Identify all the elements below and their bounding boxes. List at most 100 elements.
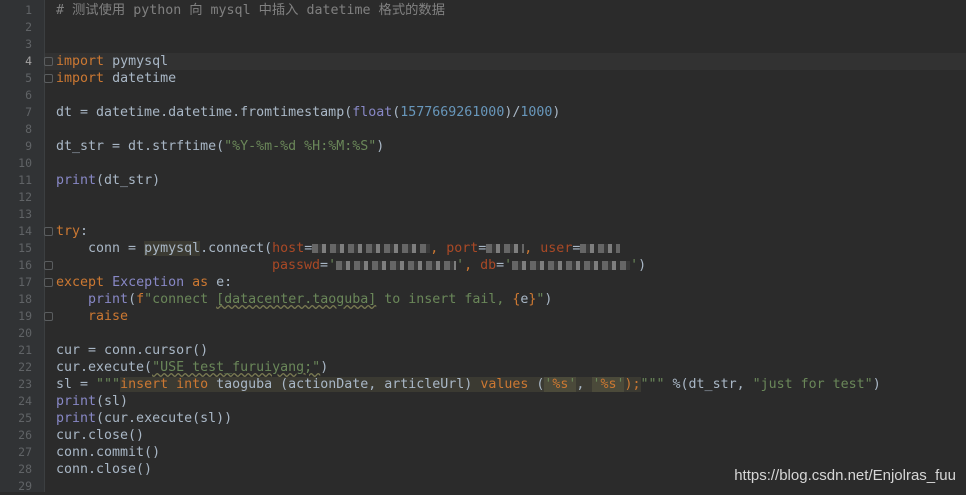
- code-token: ': [456, 258, 465, 273]
- redacted-value: [312, 243, 431, 253]
- fold-toggle-icon[interactable]: [44, 261, 53, 270]
- code-line[interactable]: print(sl): [56, 393, 128, 410]
- code-line[interactable]: # 测试使用 python 向 mysql 中插入 datetime 格式的数据: [56, 2, 445, 19]
- code-editor[interactable]: 1 2 3 4 5 6 7 8 9 10 11 12 13 14 15 16 17 18 19 20 21 22 23 24 2…: [0, 0, 966, 493]
- line-number: 14: [18, 224, 32, 238]
- code-line[interactable]: print(dt_str): [56, 172, 160, 189]
- code-line[interactable]: except Exception as e:: [56, 274, 232, 291]
- code-token: values: [480, 377, 529, 392]
- code-token: ): [320, 360, 329, 375]
- line-number: 5: [25, 71, 32, 85]
- code-token: host: [272, 241, 305, 256]
- code-token: %(dt_str,: [664, 377, 753, 392]
- code-line[interactable]: try:: [56, 223, 88, 240]
- code-token: ): [376, 139, 385, 154]
- line-number: 19: [18, 309, 32, 323]
- code-line[interactable]: import datetime: [56, 70, 176, 87]
- code-token: (: [128, 292, 137, 307]
- code-token: ): [544, 292, 553, 307]
- code-token: cur.close(): [56, 428, 145, 443]
- code-token: .connect(: [200, 241, 273, 256]
- code-token: float: [352, 105, 393, 120]
- line-number: 18: [18, 292, 32, 306]
- code-line[interactable]: conn = pymysql.connect(host=, port=, use…: [56, 240, 621, 257]
- code-token: "just for test": [752, 377, 873, 392]
- code-token: cur = conn.cursor(): [56, 343, 209, 358]
- line-number: 29: [18, 479, 32, 493]
- fold-toggle-icon[interactable]: [44, 57, 53, 66]
- comment-line: # 测试使用 python 向 mysql 中插入 datetime 格式的数据: [56, 3, 446, 18]
- code-token: =: [304, 241, 313, 256]
- line-number: 8: [25, 122, 32, 136]
- code-line[interactable]: dt_str = dt.strftime("%Y-%m-%d %H:%M:%S"…: [56, 138, 384, 155]
- code-token: "connect: [144, 292, 217, 307]
- redacted-value: [336, 260, 457, 270]
- fold-toggle-icon[interactable]: [44, 74, 53, 83]
- code-token: """: [640, 377, 665, 392]
- line-number: 11: [18, 173, 32, 187]
- code-line[interactable]: print(f"connect [datacenter.taoguba] to …: [56, 291, 552, 308]
- code-token: as: [192, 275, 209, 290]
- current-line-highlight: [45, 53, 966, 70]
- code-token: "USE test_furuiyang;": [152, 360, 321, 375]
- code-token: sl =: [56, 377, 97, 392]
- code-token: ': [328, 258, 337, 273]
- code-token: import: [56, 54, 105, 69]
- line-number: 16: [18, 258, 32, 272]
- line-number: 13: [18, 207, 32, 221]
- line-number: 10: [18, 156, 32, 170]
- code-line[interactable]: dt = datetime.datetime.fromtimestamp(flo…: [56, 104, 560, 121]
- line-number: 12: [18, 190, 32, 204]
- line-number: 6: [25, 88, 32, 102]
- code-token: print: [56, 173, 97, 188]
- code-line[interactable]: conn.close(): [56, 461, 152, 478]
- fold-toggle-icon[interactable]: [44, 312, 53, 321]
- code-line[interactable]: print(cur.execute(sl)): [56, 410, 232, 427]
- code-token: pymysql: [112, 54, 169, 69]
- code-token: Exception: [112, 275, 185, 290]
- redacted-value: [486, 243, 525, 253]
- fold-toggle-icon[interactable]: [44, 278, 53, 287]
- watermark-url: https://blog.csdn.net/Enjolras_fuu: [734, 467, 956, 484]
- code-token: ): [638, 258, 647, 273]
- line-number: 21: [18, 343, 32, 357]
- code-line[interactable]: raise: [56, 308, 128, 325]
- code-line[interactable]: sl = """insert into taoguba (actionDate,…: [56, 376, 881, 393]
- code-token: insert into: [120, 377, 209, 392]
- line-number: 2: [25, 20, 32, 34]
- code-token: =: [496, 258, 505, 273]
- code-token: db: [480, 258, 497, 273]
- code-token: %s: [600, 377, 617, 392]
- code-line[interactable]: cur = conn.cursor(): [56, 342, 208, 359]
- code-token: =: [320, 258, 329, 273]
- line-number: 28: [18, 462, 32, 476]
- line-number: 9: [25, 139, 32, 153]
- code-token: ,: [576, 377, 593, 392]
- line-number: 20: [18, 326, 32, 340]
- code-token: =: [478, 241, 487, 256]
- line-number: 17: [18, 275, 32, 289]
- code-token: user: [540, 241, 573, 256]
- code-token: f: [136, 292, 145, 307]
- code-token: [datacenter.taoguba]: [216, 292, 377, 307]
- code-token: conn.close(): [56, 462, 153, 477]
- code-token: print: [88, 292, 129, 307]
- line-number: 27: [18, 445, 32, 459]
- code-line[interactable]: cur.close(): [56, 427, 144, 444]
- code-line[interactable]: import pymysql: [56, 53, 168, 70]
- line-number: 7: [25, 105, 32, 119]
- code-line[interactable]: passwd=' ', db=' '): [56, 257, 646, 274]
- line-number: 23: [18, 377, 32, 391]
- code-token: ): [872, 377, 881, 392]
- code-token: """: [96, 377, 121, 392]
- code-token: %s: [552, 377, 569, 392]
- code-line[interactable]: conn.commit(): [56, 444, 160, 461]
- code-token: datetime: [112, 71, 177, 86]
- code-token: ': [504, 258, 513, 273]
- code-token: );: [624, 377, 641, 392]
- line-number: 3: [25, 37, 32, 51]
- code-token: (: [528, 377, 545, 392]
- fold-toggle-icon[interactable]: [44, 227, 53, 236]
- code-line[interactable]: cur.execute("USE test_furuiyang;"): [56, 359, 328, 376]
- code-token: to insert fail,: [376, 292, 513, 307]
